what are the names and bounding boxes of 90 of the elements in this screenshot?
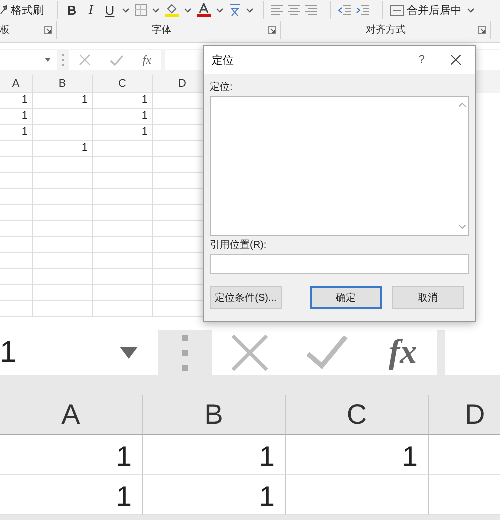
merge-center-button[interactable]: 合并后居中 bbox=[390, 2, 462, 18]
table-cell: 1 bbox=[143, 475, 286, 515]
empty-cell bbox=[0, 189, 33, 205]
empty-cell bbox=[0, 269, 33, 285]
table-cell: 1 bbox=[0, 125, 33, 141]
format-painter-button[interactable]: 格式刷 bbox=[0, 2, 44, 18]
dropdown-caret-icon[interactable] bbox=[246, 6, 254, 14]
merge-cells-icon[interactable] bbox=[390, 4, 404, 16]
empty-cell bbox=[0, 173, 33, 189]
dialog-launcher-icon[interactable] bbox=[478, 26, 486, 34]
table-cell: 1 bbox=[93, 109, 153, 125]
empty-cell bbox=[0, 301, 33, 317]
help-button[interactable]: ? bbox=[418, 54, 425, 66]
check-icon[interactable] bbox=[307, 336, 350, 369]
reference-input[interactable] bbox=[210, 254, 469, 274]
dropdown-caret-icon[interactable] bbox=[122, 6, 130, 14]
column-header[interactable]: C bbox=[93, 75, 153, 93]
font-color-icon[interactable] bbox=[197, 3, 211, 17]
table-cell: 1 bbox=[0, 475, 143, 515]
dialog-button[interactable]: 确定 bbox=[310, 286, 382, 309]
empty-cell bbox=[33, 109, 93, 125]
scroll-down-icon[interactable] bbox=[458, 225, 466, 229]
dropdown-caret-icon[interactable] bbox=[184, 6, 192, 14]
fill-color-icon[interactable] bbox=[165, 3, 179, 17]
check-icon[interactable] bbox=[110, 54, 124, 66]
group-label: 字体 bbox=[152, 24, 172, 37]
column-header[interactable]: A bbox=[0, 75, 33, 93]
column-header[interactable]: B bbox=[143, 395, 286, 435]
dialog-launcher-icon[interactable] bbox=[44, 26, 52, 34]
dropdown-caret-icon[interactable] bbox=[152, 6, 160, 14]
dialog-button[interactable]: 定位条件(S)... bbox=[210, 286, 282, 309]
table-cell: 1 bbox=[0, 93, 33, 109]
empty-cell bbox=[33, 301, 93, 317]
empty-cell bbox=[0, 157, 33, 173]
column-header[interactable]: B bbox=[33, 75, 93, 93]
field-label: 定位: bbox=[210, 80, 234, 94]
table-cell: 1 bbox=[286, 435, 429, 475]
increase-indent-icon[interactable] bbox=[356, 4, 369, 16]
table-cell: 1 bbox=[33, 93, 93, 109]
align-center-icon[interactable] bbox=[288, 4, 300, 16]
name-box[interactable]: 1 bbox=[0, 330, 158, 375]
empty-cell bbox=[33, 125, 93, 141]
decrease-indent-icon[interactable] bbox=[338, 4, 351, 16]
borders-icon[interactable] bbox=[135, 4, 147, 16]
insert-function-button[interactable]: fx bbox=[142, 52, 152, 68]
table-cell: 1 bbox=[0, 435, 143, 475]
empty-cell bbox=[33, 205, 93, 221]
italic-button[interactable]: I bbox=[84, 2, 98, 18]
dropdown-caret-icon[interactable] bbox=[45, 58, 51, 62]
table-cell: 1 bbox=[33, 141, 93, 157]
dialog-title: 定位 bbox=[212, 54, 235, 68]
bold-button[interactable]: B bbox=[65, 2, 79, 18]
empty-cell bbox=[33, 157, 93, 173]
column-header[interactable]: C bbox=[286, 395, 429, 435]
empty-cell bbox=[33, 237, 93, 253]
table-cell: 1 bbox=[0, 109, 33, 125]
formula-input[interactable] bbox=[445, 330, 500, 375]
empty-cell bbox=[33, 221, 93, 237]
group-label: 板 bbox=[0, 24, 10, 37]
close-icon[interactable] bbox=[451, 55, 461, 65]
align-right-icon[interactable] bbox=[305, 4, 317, 16]
dropdown-caret-icon[interactable] bbox=[467, 6, 475, 14]
empty-cell bbox=[33, 285, 93, 301]
empty-cell bbox=[0, 285, 33, 301]
insert-function-button[interactable]: fx bbox=[388, 334, 418, 372]
column-header[interactable]: A bbox=[0, 395, 143, 435]
table-cell: 1 bbox=[93, 125, 153, 141]
dropdown-caret-icon[interactable] bbox=[120, 346, 138, 358]
empty-cell bbox=[33, 253, 93, 269]
dropdown-caret-icon[interactable] bbox=[216, 6, 224, 14]
empty-cell bbox=[33, 269, 93, 285]
column-header[interactable]: D bbox=[429, 395, 500, 435]
scroll-up-icon[interactable] bbox=[458, 103, 466, 107]
brush-icon[interactable] bbox=[0, 5, 8, 15]
empty-cell bbox=[0, 141, 33, 157]
table-cell: 1 bbox=[93, 93, 153, 109]
empty-cell bbox=[0, 237, 33, 253]
dialog-button[interactable]: 取消 bbox=[392, 286, 464, 309]
align-left-icon[interactable] bbox=[271, 4, 283, 16]
field-label: 引用位置(R): bbox=[210, 238, 268, 252]
dialog-launcher-icon[interactable] bbox=[268, 26, 276, 34]
table-cell: 1 bbox=[143, 435, 286, 475]
grip-icon[interactable] bbox=[182, 334, 188, 370]
empty-cell bbox=[0, 253, 33, 269]
empty-cell bbox=[33, 173, 93, 189]
empty-cell bbox=[33, 189, 93, 205]
empty-cell bbox=[0, 205, 33, 221]
group-label: 对齐方式 bbox=[366, 24, 406, 37]
empty-cell bbox=[0, 221, 33, 237]
underline-button[interactable]: U bbox=[103, 2, 117, 18]
